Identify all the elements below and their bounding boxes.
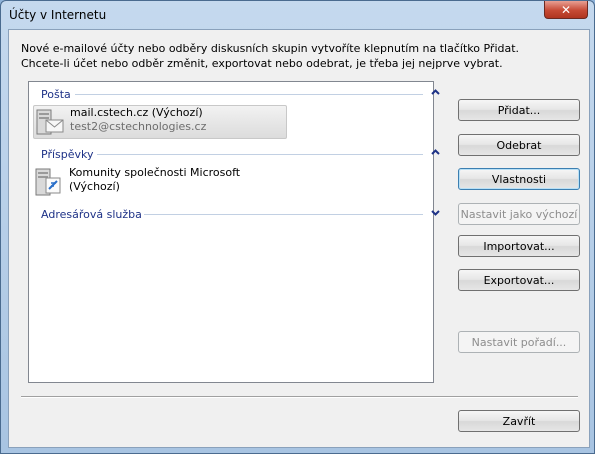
account-email-mail: test2@cstechnologies.cz: [70, 120, 207, 133]
add-button[interactable]: Přidat...: [458, 99, 580, 121]
account-name-news-line1: Komunity společnosti Microsoft: [69, 166, 241, 179]
mail-server-icon: [34, 106, 66, 138]
set-order-button: Nastavit pořadí...: [458, 331, 580, 353]
title-bar[interactable]: Účty v Internetu ✕: [1, 1, 594, 29]
intro-text: Nové e-mailové účty nebo odběry diskusní…: [21, 41, 519, 71]
import-button[interactable]: Importovat...: [458, 235, 580, 257]
close-button[interactable]: Zavřít: [458, 410, 580, 432]
dialog-window: Účty v Internetu ✕ Nové e-mailové účty n…: [0, 0, 595, 454]
group-divider-news: [97, 154, 423, 155]
news-server-icon: [33, 166, 65, 198]
export-button[interactable]: Exportovat...: [458, 269, 580, 291]
remove-button[interactable]: Odebrat: [458, 134, 580, 156]
chevron-up-icon[interactable]: [431, 149, 440, 155]
group-label-news: Příspěvky: [41, 147, 94, 161]
group-header-directory[interactable]: Adresářová služba: [41, 206, 142, 222]
intro-line-2: Chcete-li účet nebo odběr změnit, export…: [21, 57, 503, 70]
accounts-list[interactable]: Pošta mail.cstech.cz (Výchozí) test2@cst…: [28, 81, 440, 383]
window-title: Účty v Internetu: [9, 8, 107, 22]
properties-button[interactable]: Vlastnosti: [458, 168, 580, 190]
close-window-button[interactable]: ✕: [544, 1, 588, 19]
account-item-mail[interactable]: mail.cstech.cz (Výchozí) test2@cstechnol…: [33, 105, 287, 139]
group-divider-mail: [75, 94, 423, 95]
group-header-news[interactable]: Příspěvky: [41, 146, 94, 162]
intro-line-1: Nové e-mailové účty nebo odběry diskusní…: [21, 42, 520, 55]
group-label-directory: Adresářová služba: [41, 207, 142, 221]
account-name-mail: mail.cstech.cz (Výchozí): [70, 106, 203, 119]
bottom-separator: [21, 396, 578, 398]
group-header-mail[interactable]: Pošta: [41, 86, 71, 102]
chevron-down-icon[interactable]: [431, 210, 440, 216]
group-divider-directory: [144, 214, 423, 215]
group-label-mail: Pošta: [41, 87, 71, 101]
account-name-news-line2: (Výchozí): [69, 180, 120, 193]
account-item-news[interactable]: Komunity společnosti Microsoft (Výchozí): [33, 166, 293, 198]
set-default-button: Nastavit jako výchozí: [458, 203, 580, 225]
close-icon: ✕: [560, 2, 572, 17]
chevron-up-icon[interactable]: [431, 89, 440, 95]
dialog-body: Nové e-mailové účty nebo odběry diskusní…: [8, 29, 590, 448]
